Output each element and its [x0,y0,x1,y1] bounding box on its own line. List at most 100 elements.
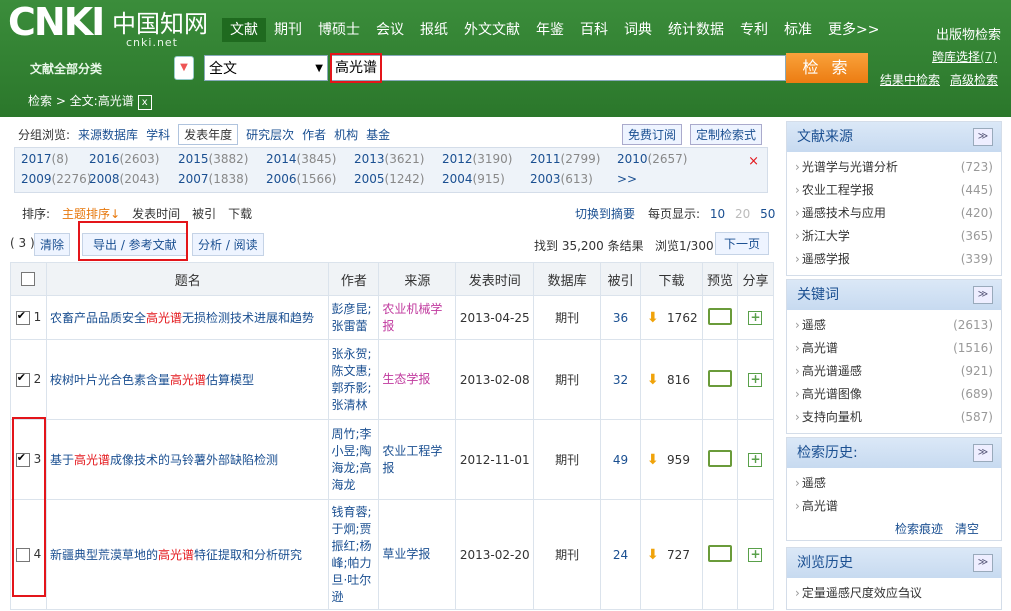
year-filter-item[interactable]: 2003(613) [530,172,593,186]
search-button[interactable]: 检 索 [786,53,868,83]
cnki-logo[interactable]: CNKI 中国知网 cnki.net [8,0,220,50]
source-cell[interactable]: 草业学报 [378,499,457,610]
search-field-select[interactable]: 全文 ▼ [204,55,328,81]
select-all-checkbox[interactable] [21,272,36,286]
year-filter-item[interactable]: >> [617,172,637,186]
year-filter-item[interactable]: 2014(3845) [266,152,336,166]
keyword-item[interactable]: › 高光谱 (1516) [787,337,1001,360]
close-icon[interactable]: × [748,154,759,169]
cited-cell[interactable]: 24 [600,499,642,610]
article-title-link[interactable]: 新疆典型荒漠草地的高光谱特征提取和分析研究 [45,499,330,610]
close-icon[interactable]: x [137,95,152,110]
nav-item-11[interactable]: 标准 [776,18,820,42]
article-title-link[interactable]: 基于高光谱成像技术的马铃薯外部缺陷检测 [45,419,330,500]
cross-db-select-link[interactable]: 跨库选择(7) [932,48,997,65]
year-filter-item[interactable]: 2015(3882) [178,152,248,166]
keyword-item[interactable]: › 支持向量机 (587) [787,406,1001,429]
row-checkbox[interactable] [15,309,30,325]
free-subscribe-button[interactable]: 免费订阅 [622,124,683,145]
collapse-icon[interactable]: ≫ [973,444,993,462]
history-item[interactable]: › 高光谱 [787,495,1001,518]
row-checkbox[interactable] [15,371,30,387]
plus-share-icon[interactable]: + [748,548,763,562]
download-icon[interactable]: ⬇ [647,547,661,563]
source-cell[interactable]: 生态学报 [378,339,457,420]
authors-cell[interactable]: 张永贺; 陈文惠; 郭乔影; 张清林 [328,339,380,420]
source-item[interactable]: › 农业工程学报 (445) [787,179,1001,202]
year-filter-item[interactable]: 2005(1242) [354,172,424,186]
source-item[interactable]: › 遥感学报 (339) [787,248,1001,271]
authors-cell[interactable]: 钱育蓉; 于炯;贾 振红;杨 峰;帕力 旦·吐尔 逊 [328,499,380,610]
group-item-5[interactable]: 机构 [334,126,358,143]
article-title-link[interactable]: 桉树叶片光合色素含量高光谱估算模型 [45,339,330,420]
per-page-20[interactable]: 20 [734,207,751,221]
book-preview-icon[interactable] [707,449,732,467]
search-in-results-link[interactable]: 结果中检索 [880,71,940,88]
download-icon[interactable]: ⬇ [647,452,661,468]
plus-share-icon[interactable]: + [748,453,763,467]
browse-item[interactable]: › 定量遥感尺度效应刍议 [787,582,1001,605]
year-filter-item[interactable]: 2010(2657) [617,152,687,166]
custom-search-button[interactable]: 定制检索式 [690,124,763,145]
download-icon[interactable]: ⬇ [647,310,661,326]
nav-item-5[interactable]: 外文文献 [456,18,528,42]
authors-cell[interactable]: 周竹;李 小昱;陶 海龙;高 海龙 [328,419,380,500]
nav-item-8[interactable]: 词典 [616,18,660,42]
row-checkbox[interactable] [15,547,30,562]
sort-by-downloads[interactable]: 下载 [228,205,252,222]
year-filter-item[interactable]: 2004(915) [442,172,505,186]
col-title[interactable]: 题名 [45,262,330,296]
row-checkbox[interactable] [15,451,30,467]
next-page-button[interactable]: 下一页 [715,232,770,255]
sort-by-subject[interactable]: 主题排序↓ [62,205,120,222]
year-filter-item[interactable]: 2007(1838) [178,172,248,186]
year-filter-item[interactable]: 2006(1566) [266,172,336,186]
year-filter-item[interactable]: 2012(3190) [442,152,512,166]
group-item-1[interactable]: 学科 [146,126,170,143]
sort-by-date[interactable]: 发表时间 [132,205,180,222]
keyword-item[interactable]: › 高光谱遥感 (921) [787,360,1001,383]
cited-cell[interactable]: 36 [600,295,642,340]
nav-item-6[interactable]: 年鉴 [528,18,572,42]
col-date[interactable]: 发表时间 [455,262,535,296]
plus-share-icon[interactable]: + [748,311,763,325]
source-cell[interactable]: 农业机械学报 [378,295,457,340]
per-page-50[interactable]: 50 [760,207,775,221]
cited-cell[interactable]: 49 [600,419,642,500]
col-cited[interactable]: 被引 [600,262,642,296]
collapse-icon[interactable]: ≫ [973,554,993,572]
switch-to-abstract-link[interactable]: 切换到摘要 [575,205,635,222]
download-icon[interactable]: ⬇ [647,372,661,388]
article-title-link[interactable]: 农畜产品品质安全高光谱无损检测技术进展和趋势 [45,295,330,340]
sort-by-cited[interactable]: 被引 [192,205,216,222]
group-item-6[interactable]: 基金 [366,126,390,143]
nav-item-2[interactable]: 博硕士 [310,18,368,42]
year-filter-item[interactable]: 2017(8) [21,152,69,166]
year-filter-item[interactable]: 2013(3621) [354,152,424,166]
group-item-0[interactable]: 来源数据库 [78,126,138,143]
source-item[interactable]: › 光谱学与光谱分析 (723) [787,156,1001,179]
authors-cell[interactable]: 彭彦昆; 张雷蕾 [328,295,380,340]
nav-item-12[interactable]: 更多>> [820,18,887,42]
nav-item-0[interactable]: 文献 [222,18,266,42]
group-item-4[interactable]: 作者 [302,126,326,143]
nav-item-1[interactable]: 期刊 [266,18,310,42]
per-page-10[interactable]: 10 [710,207,725,221]
nav-item-7[interactable]: 百科 [572,18,616,42]
year-filter-item[interactable]: 2009(2276) [21,172,91,186]
search-trace-link[interactable]: 检索痕迹 [895,522,943,536]
advanced-search-link[interactable]: 高级检索 [950,71,998,88]
collapse-icon[interactable]: ≫ [973,128,993,146]
book-preview-icon[interactable] [707,369,732,387]
source-cell[interactable]: 农业工程学 报 [378,419,457,500]
keyword-item[interactable]: › 遥感 (2613) [787,314,1001,337]
search-input[interactable]: 高光谱 [330,55,786,81]
publication-search-link[interactable]: 出版物检索 [936,24,1001,43]
nav-item-10[interactable]: 专利 [732,18,776,42]
col-downloads[interactable]: 下载 [640,262,703,296]
year-filter-item[interactable]: 2016(2603) [89,152,159,166]
source-item[interactable]: › 遥感技术与应用 (420) [787,202,1001,225]
nav-item-9[interactable]: 统计数据 [660,18,732,42]
group-item-3[interactable]: 研究层次 [246,126,294,143]
book-preview-icon[interactable] [707,544,732,562]
